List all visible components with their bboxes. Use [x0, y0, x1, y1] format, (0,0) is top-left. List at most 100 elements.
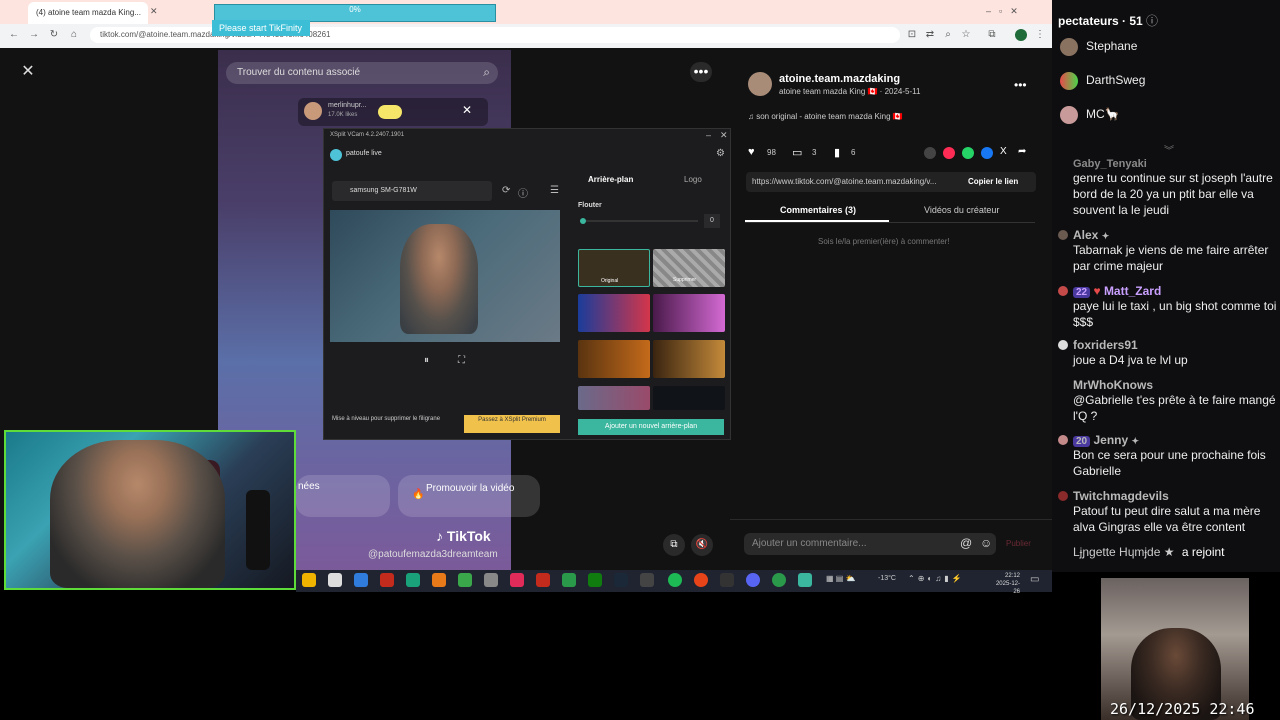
share-friends-icon[interactable]: [943, 147, 955, 159]
window-controls[interactable]: –▫✕: [986, 6, 1046, 18]
pdf-icon[interactable]: [380, 573, 394, 587]
chevron-down-icon[interactable]: ︾: [1164, 142, 1174, 157]
whatsapp-icon[interactable]: [962, 147, 974, 159]
chat-username[interactable]: Gaby_Tenyaki: [1073, 158, 1278, 170]
settings-gear-icon[interactable]: ⚙: [716, 148, 725, 159]
tab-creator-videos[interactable]: Vidéos du créateur: [924, 205, 999, 215]
mention-icon[interactable]: @: [960, 536, 972, 550]
blur-slider[interactable]: [580, 218, 698, 224]
app-icon[interactable]: [640, 573, 654, 587]
install-app-icon[interactable]: ⊡: [906, 29, 918, 41]
app-icon[interactable]: [406, 573, 420, 587]
comment-input[interactable]: Ajouter un commentaire...: [744, 533, 996, 555]
author-avatar[interactable]: [748, 72, 772, 96]
heart-icon[interactable]: ♥: [748, 146, 755, 158]
app-icon[interactable]: [432, 573, 446, 587]
file-explorer-icon[interactable]: [302, 573, 316, 587]
add-background-button[interactable]: Ajouter un nouvel arrière-plan: [578, 419, 724, 435]
app-icon[interactable]: [536, 573, 550, 587]
viewer-row[interactable]: DarthSweg: [1060, 72, 1270, 94]
viewer-row[interactable]: MC🦙: [1060, 106, 1270, 128]
device-select[interactable]: samsung SM-G781W: [332, 181, 492, 201]
xsplit-app-icon[interactable]: [798, 573, 812, 587]
thumb-original[interactable]: Original: [578, 249, 650, 287]
search-input[interactable]: Trouver du contenu associé ⌕: [226, 62, 498, 84]
profile-avatar[interactable]: [1015, 29, 1027, 41]
post-button[interactable]: Publier: [1006, 539, 1031, 548]
help-icon[interactable]: ⓘ: [1146, 14, 1158, 28]
tiktok-app-icon[interactable]: [510, 573, 524, 587]
app-icon[interactable]: [562, 573, 576, 587]
background-thumb[interactable]: [578, 294, 650, 332]
discord-icon[interactable]: [746, 573, 760, 587]
facebook-icon[interactable]: [981, 147, 993, 159]
browser-tab[interactable]: (4) atoine team mazda King...: [28, 2, 148, 24]
forward-icon[interactable]: →: [28, 29, 40, 41]
background-thumb[interactable]: [578, 386, 650, 410]
weather-temp[interactable]: -13°C: [878, 575, 896, 582]
more-options-icon[interactable]: •••: [690, 62, 712, 82]
background-thumb[interactable]: [653, 340, 725, 378]
chat-username[interactable]: foxriders91: [1073, 338, 1278, 352]
tab-background[interactable]: Arrière-plan: [588, 175, 633, 184]
chat-username[interactable]: Twitchmagdevils: [1073, 489, 1278, 503]
share-arrow-icon[interactable]: ➦: [1018, 146, 1026, 157]
menu-kebab-icon[interactable]: ⋮: [1034, 29, 1046, 41]
info-icon[interactable]: ⓘ: [518, 185, 528, 200]
app-icon[interactable]: [694, 573, 708, 587]
bookmark-star-icon[interactable]: ☆: [960, 29, 972, 41]
app-icon[interactable]: [458, 573, 472, 587]
xbox-icon[interactable]: [588, 573, 602, 587]
background-thumb[interactable]: [653, 294, 725, 332]
sound-link[interactable]: ♫ son original - atoine team mazda King …: [748, 112, 903, 121]
clock[interactable]: 22:12 2025-12-26: [990, 572, 1020, 596]
crop-icon[interactable]: ⛶: [458, 355, 465, 366]
account-name[interactable]: patoufe live: [346, 150, 382, 157]
blur-value[interactable]: 0: [704, 214, 720, 228]
viewer-row[interactable]: Stephane: [1060, 38, 1270, 60]
minimize-icon[interactable]: –: [706, 130, 711, 140]
back-icon[interactable]: ←: [8, 29, 20, 41]
follow-pill[interactable]: [378, 105, 402, 119]
mute-icon[interactable]: 🔇: [691, 534, 713, 556]
home-icon[interactable]: ⌂: [68, 29, 80, 41]
chat-username[interactable]: Alex: [1073, 228, 1098, 242]
tab-logo[interactable]: Logo: [684, 175, 702, 184]
chat-username[interactable]: Lɉɲgette Hɥmɉde ★: [1073, 545, 1174, 559]
edge-icon[interactable]: [354, 573, 368, 587]
chat-username[interactable]: MrWhoKnows: [1073, 378, 1278, 392]
data-pill[interactable]: nées: [296, 475, 390, 517]
zoom-icon[interactable]: ⌕: [942, 29, 954, 41]
widget-icons[interactable]: ▦ ▤ ⛅: [826, 574, 856, 583]
extensions-icon[interactable]: ⧉: [986, 29, 998, 41]
author-username[interactable]: atoine.team.mazdaking: [779, 73, 900, 85]
bookmark-icon[interactable]: ▮: [834, 146, 840, 159]
close-tab-icon[interactable]: ✕: [150, 6, 160, 16]
spotify-icon[interactable]: [668, 573, 682, 587]
tab-comments[interactable]: Commentaires (3): [780, 205, 856, 215]
search-icon[interactable]: ⌕: [483, 65, 490, 80]
comment-icon[interactable]: ▭: [792, 146, 802, 159]
steam-icon[interactable]: [614, 573, 628, 587]
x-icon[interactable]: X: [1000, 146, 1007, 157]
store-icon[interactable]: [328, 573, 342, 587]
embed-icon[interactable]: [924, 147, 936, 159]
chrome-icon[interactable]: [772, 573, 786, 587]
emoji-icon[interactable]: ☺: [980, 536, 992, 550]
background-thumb[interactable]: [653, 386, 725, 410]
tray-icons[interactable]: ⌃⊕◐♫▮⚡: [908, 574, 965, 583]
sliders-icon[interactable]: ☰: [550, 185, 559, 196]
pause-icon[interactable]: ⏸: [424, 355, 429, 366]
video-link[interactable]: https://www.tiktok.com/@atoine.team.mazd…: [752, 177, 962, 186]
app-icon[interactable]: [720, 573, 734, 587]
translate-icon[interactable]: ⇄: [924, 29, 936, 41]
tikfinity-start-button[interactable]: Please start TikFinity: [212, 20, 310, 36]
close-icon[interactable]: ✕: [17, 61, 39, 83]
copy-link-button[interactable]: Copier le lien: [968, 177, 1018, 186]
slider-thumb[interactable]: [580, 218, 586, 224]
live-card[interactable]: merlinhupr... 17.0K likes ✕: [298, 98, 488, 126]
background-thumb[interactable]: [578, 340, 650, 378]
promote-button[interactable]: 🔥 Promouvoir la vidéo: [398, 475, 540, 517]
reload-icon[interactable]: ↻: [48, 29, 60, 41]
pip-icon[interactable]: ⧉: [663, 534, 685, 556]
